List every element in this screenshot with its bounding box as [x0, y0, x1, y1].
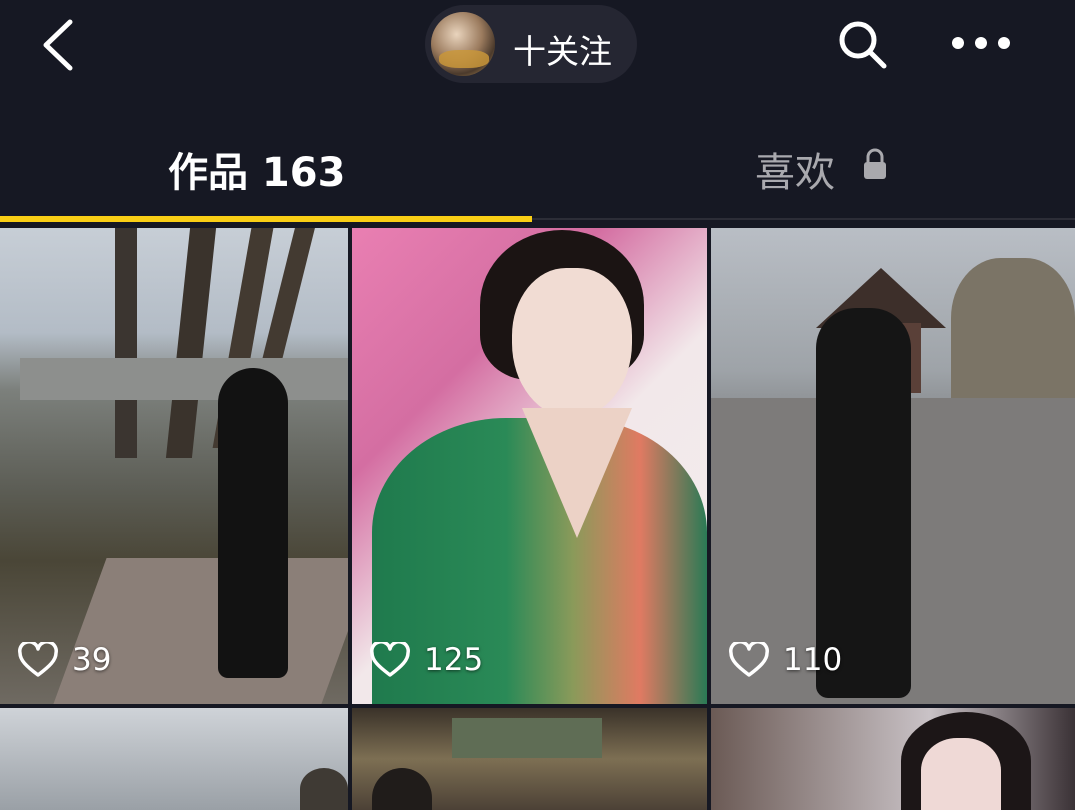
lock-icon [864, 148, 886, 179]
tab-works-label: 作品 163 [168, 150, 346, 196]
search-icon [839, 21, 887, 69]
tab-divider [532, 218, 1075, 220]
video-thumbnail[interactable] [0, 708, 348, 810]
paved-path [53, 558, 348, 704]
search-button[interactable] [836, 18, 890, 72]
video-thumbnail[interactable]: 125 [352, 228, 707, 704]
heart-icon [370, 642, 410, 677]
video-thumbnail[interactable] [352, 708, 707, 810]
heart-icon [18, 642, 58, 677]
wall [20, 358, 348, 400]
like-count: 110 [783, 642, 843, 678]
follow-label: 十关注 [513, 32, 612, 71]
more-button[interactable] [950, 28, 1012, 58]
avatar[interactable] [431, 12, 495, 76]
sign [452, 718, 602, 758]
follow-button[interactable]: 十关注 [425, 5, 637, 83]
top-bar: 十关注 [0, 0, 1075, 90]
tree-trunk [165, 228, 217, 458]
like-row: 110 [729, 640, 842, 680]
back-button[interactable] [38, 18, 82, 72]
video-thumbnail[interactable]: 39 [0, 228, 348, 704]
video-thumbnail[interactable]: 110 [711, 228, 1075, 704]
tab-likes[interactable]: 喜欢 [532, 90, 1075, 220]
video-grid: 39 125 110 [0, 228, 1075, 810]
person-silhouette [218, 368, 288, 678]
face [512, 268, 632, 418]
chevron-left-icon [43, 19, 73, 71]
tab-likes-label: 喜欢 [755, 150, 835, 196]
profile-tabs: 作品 163 喜欢 [0, 90, 1075, 225]
like-count: 125 [424, 642, 484, 678]
face [921, 738, 1001, 810]
person-silhouette [372, 768, 432, 810]
tree [300, 768, 348, 810]
tree-trunk [115, 228, 137, 458]
video-thumbnail[interactable] [711, 708, 1075, 810]
active-tab-indicator [0, 216, 532, 222]
heart-icon [729, 642, 769, 677]
like-row: 125 [370, 640, 483, 680]
tab-works[interactable]: 作品 163 [0, 90, 532, 220]
like-row: 39 [18, 640, 111, 680]
trees-right [951, 258, 1075, 408]
like-count: 39 [72, 642, 112, 678]
more-dots-icon [952, 37, 1010, 49]
